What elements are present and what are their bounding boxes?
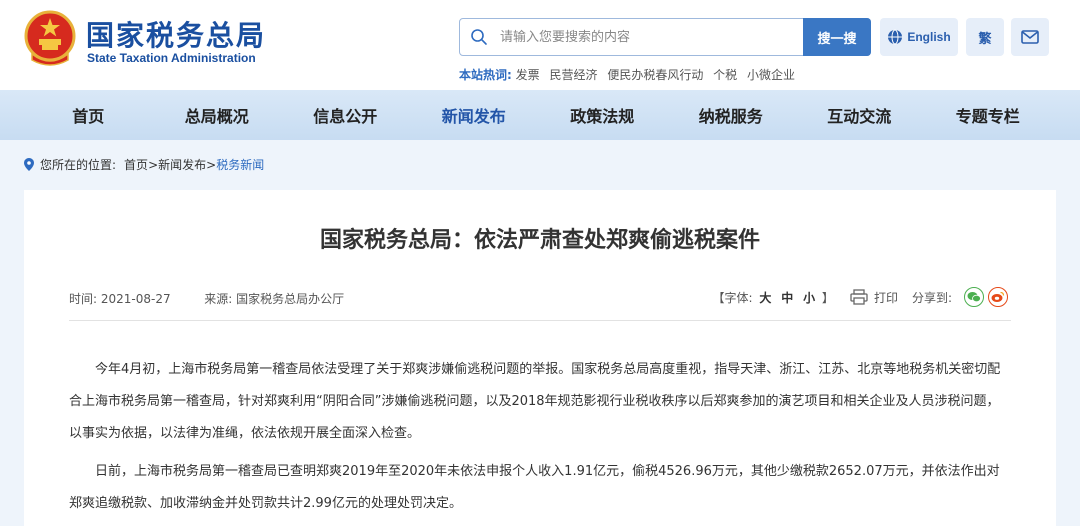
nav-item-policy[interactable]: 政策法规: [538, 103, 667, 127]
font-size-switcher: 【字体: 大 中 小 】: [713, 289, 834, 306]
breadcrumb-item-news[interactable]: 新闻发布: [158, 156, 206, 173]
mailbox-button[interactable]: [1011, 18, 1049, 56]
hot-keywords-label: 本站热词:: [459, 68, 512, 82]
english-version-button[interactable]: English: [880, 18, 958, 56]
share-label: 分享到:: [911, 290, 952, 305]
nav-item-about[interactable]: 总局概况: [153, 103, 282, 127]
article-source: 来源: 国家税务总局办公厅: [204, 292, 345, 306]
share-wechat-button[interactable]: [964, 287, 984, 307]
article-tools: 【字体: 大 中 小 】 打印 分享到:: [713, 286, 1008, 308]
article-paragraph: 今年4月初，上海市税务局第一稽查局依法受理了关于郑爽涉嫌偷逃税问题的举报。国家税…: [69, 362, 1001, 441]
hot-keyword-link[interactable]: 民营经济: [549, 68, 597, 82]
national-emblem-icon[interactable]: [24, 10, 76, 66]
site-brand-name[interactable]: 国家税务总局: [86, 14, 266, 54]
breadcrumb: 您所在的位置: 首页 > 新闻发布 > 税务新闻: [24, 156, 264, 173]
hot-keyword-link[interactable]: 个税: [713, 68, 737, 82]
breadcrumb-label: 您所在的位置:: [40, 158, 117, 172]
english-label: English: [907, 30, 951, 44]
hot-keyword-link[interactable]: 小微企业: [747, 68, 795, 82]
nav-item-home[interactable]: 首页: [24, 103, 153, 127]
traditional-chinese-button[interactable]: 繁: [966, 18, 1004, 56]
article-meta: 时间: 2021-08-27 来源: 国家税务总局办公厅: [69, 290, 344, 307]
hot-keyword-link[interactable]: 便民办税春风行动: [607, 68, 703, 82]
hot-keywords: 本站热词: 发票 民营经济 便民办税春风行动 个税 小微企业: [459, 66, 801, 83]
search-icon: [471, 29, 487, 45]
globe-icon: [888, 29, 903, 45]
breadcrumb-separator: >: [148, 157, 159, 172]
nav-item-topics[interactable]: 专题专栏: [924, 103, 1053, 127]
font-size-small[interactable]: 小: [803, 291, 815, 305]
search-button[interactable]: 搜一搜: [803, 18, 871, 56]
font-size-label: 【字体:: [712, 290, 753, 305]
breadcrumb-item-tax-news[interactable]: 税务新闻: [216, 156, 264, 173]
font-size-close: 】: [821, 290, 834, 305]
weibo-icon: [991, 291, 1005, 302]
wechat-icon: [967, 292, 981, 303]
main-nav: 首页 总局概况 信息公开 新闻发布 政策法规 纳税服务 互动交流 专题专栏: [0, 90, 1080, 140]
article-paragraph: 日前，上海市税务局第一稽查局已查明郑爽2019年至2020年未依法申报个人收入1…: [69, 464, 1000, 511]
search-input[interactable]: [500, 25, 800, 49]
mail-icon: [1021, 30, 1039, 44]
share-weibo-button[interactable]: [988, 287, 1008, 307]
article-title: 国家税务总局：依法严肃查处郑爽偷逃税案件: [319, 228, 760, 253]
site-header: 国家税务总局 State Taxation Administration 搜一搜…: [0, 0, 1080, 90]
article-time: 时间: 2021-08-27: [69, 292, 171, 306]
breadcrumb-item-home[interactable]: 首页: [124, 156, 148, 173]
print-link[interactable]: 打印: [874, 289, 898, 306]
font-size-medium[interactable]: 中: [781, 291, 793, 305]
meta-divider: [69, 320, 1011, 321]
location-pin-icon: [24, 158, 34, 171]
printer-icon[interactable]: [850, 289, 868, 305]
nav-item-tax-service[interactable]: 纳税服务: [667, 103, 796, 127]
breadcrumb-separator: >: [206, 157, 217, 172]
nav-item-info-disclosure[interactable]: 信息公开: [281, 103, 410, 127]
nav-item-news[interactable]: 新闻发布: [410, 103, 539, 127]
font-size-large[interactable]: 大: [759, 291, 771, 305]
site-brand-english-name[interactable]: State Taxation Administration: [87, 51, 256, 65]
nav-item-interaction[interactable]: 互动交流: [795, 103, 924, 127]
article-panel: 国家税务总局：依法严肃查处郑爽偷逃税案件 时间: 2021-08-27 来源: …: [24, 190, 1056, 526]
hot-keyword-link[interactable]: 发票: [516, 68, 540, 82]
